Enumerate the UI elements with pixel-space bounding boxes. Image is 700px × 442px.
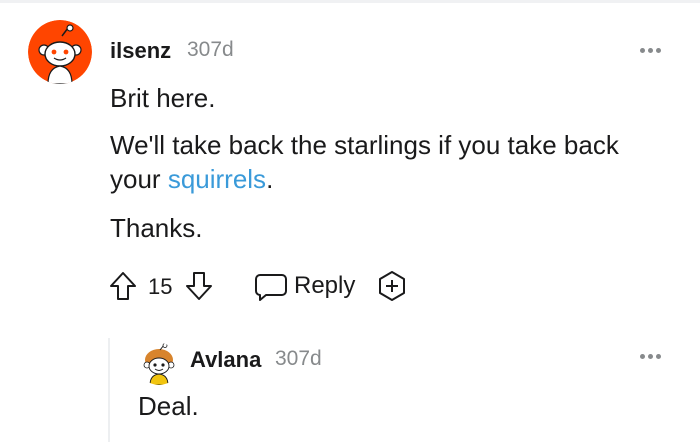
avatar[interactable] (28, 20, 92, 84)
upvote-arrow-icon[interactable] (108, 270, 138, 307)
add-award-icon[interactable] (376, 270, 408, 307)
reply-age: 307d (275, 347, 322, 370)
vote-score: 15 (148, 274, 173, 299)
more-options-icon[interactable] (638, 44, 668, 58)
snoo-avatar-icon (138, 343, 180, 385)
comment-paragraph: Thanks. (110, 213, 203, 243)
comment-paragraph: We'll take back the starlings if you tak… (110, 130, 619, 160)
speech-bubble-icon (255, 274, 287, 301)
downvote-arrow-icon[interactable] (184, 270, 214, 307)
comment-paragraph: Brit here. (110, 83, 216, 113)
comment-paragraph: your squirrels. (110, 161, 273, 197)
reply-label: Reply (294, 272, 356, 299)
top-divider (0, 0, 700, 3)
snoo-avatar-icon (28, 20, 92, 84)
reply-username[interactable]: Avlana (190, 347, 261, 373)
comment-thread: ilsenz 307d Brit here. We'll take back t… (0, 0, 700, 442)
reply-body: Deal. (138, 391, 199, 421)
squirrels-link[interactable]: squirrels (168, 164, 266, 194)
comment-age: 307d (187, 38, 234, 61)
comment-username[interactable]: ilsenz (110, 38, 171, 64)
comment-text: your (110, 164, 168, 194)
comment-text: . (266, 164, 274, 194)
avatar[interactable] (138, 343, 180, 385)
thread-line[interactable] (108, 338, 110, 442)
more-options-icon[interactable] (638, 350, 668, 364)
